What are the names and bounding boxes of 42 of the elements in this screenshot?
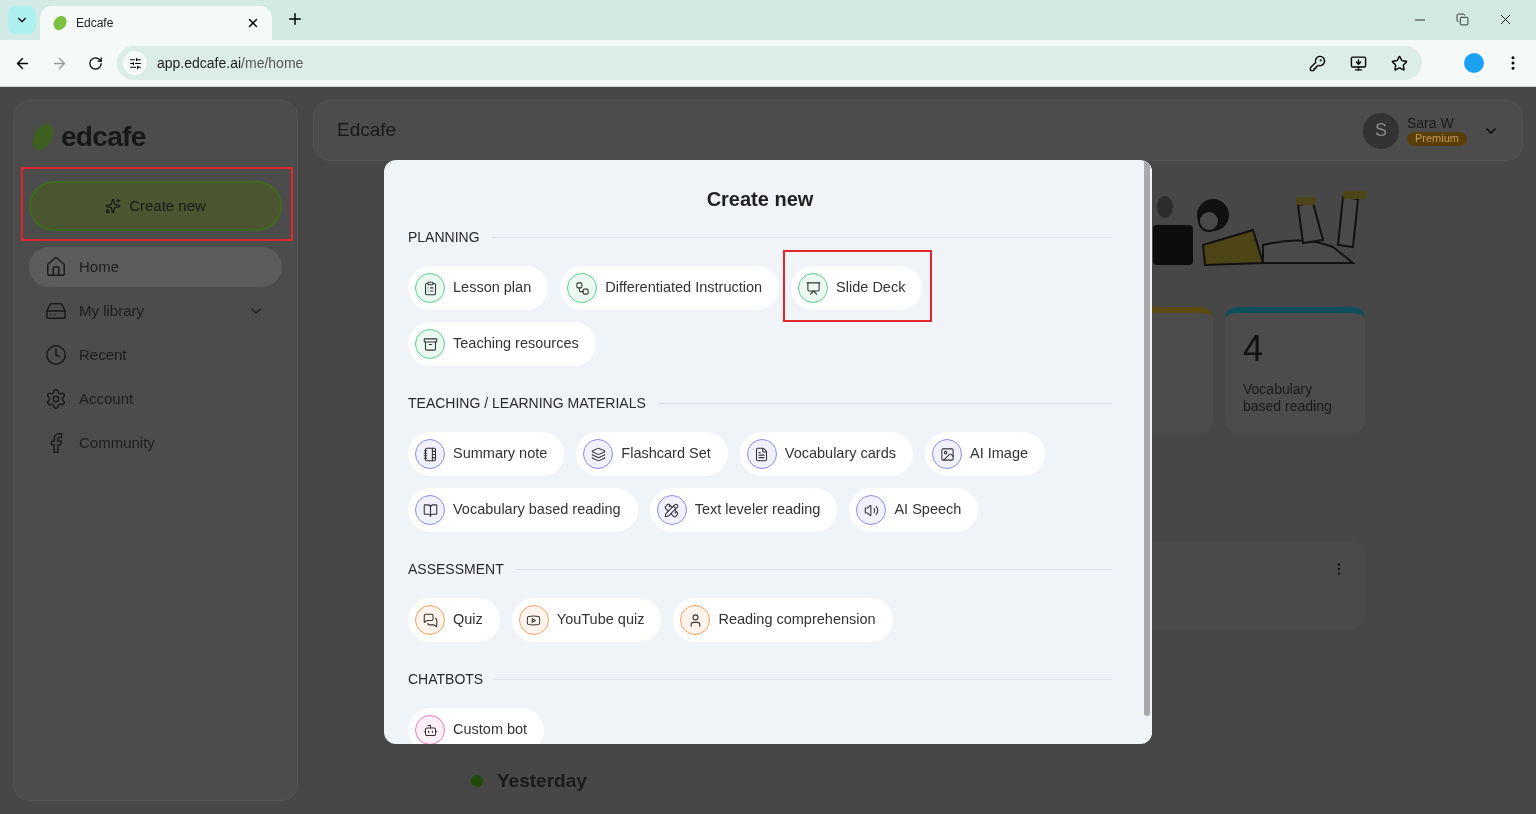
option-chip[interactable]: Slide Deck <box>791 266 923 310</box>
section-title: CHATBOTS <box>408 670 484 689</box>
option-chip[interactable]: Vocabulary cards <box>739 432 913 476</box>
home-icon <box>45 256 67 278</box>
sparkles-icon <box>105 198 122 214</box>
section-title: PLANNING <box>408 228 480 247</box>
stat-value: 4 <box>1243 331 1265 367</box>
option-chip[interactable]: Vocabulary based reading <box>408 488 638 532</box>
settings-icon <box>45 388 67 410</box>
install-icon[interactable] <box>1350 54 1367 72</box>
url-text: app.edcafe.ai/me/home <box>157 53 305 73</box>
option-chip[interactable]: Differentiated Instruction <box>560 266 780 310</box>
leaf-icon <box>52 15 68 31</box>
restore-icon[interactable] <box>1456 13 1469 26</box>
tab-title: Edcafe <box>76 15 115 32</box>
option-chip[interactable]: Quiz <box>408 598 500 642</box>
option-chip[interactable]: Text leveler reading <box>649 488 838 532</box>
key-icon[interactable] <box>1309 54 1326 72</box>
section-title: ASSESSMENT <box>408 560 504 579</box>
bookmark-icon[interactable] <box>1391 54 1408 72</box>
new-tab-icon[interactable] <box>286 10 304 28</box>
profile-icon[interactable] <box>1464 53 1484 73</box>
option-chip[interactable]: Flashcard Set <box>576 432 728 476</box>
option-chip[interactable]: Reading comprehension <box>673 598 893 642</box>
premium-badge: Premium <box>1407 132 1467 147</box>
option-chip[interactable]: YouTube quiz <box>511 598 662 642</box>
option-chip[interactable]: Teaching resources <box>408 322 596 366</box>
browser-tab[interactable]: Edcafe <box>40 6 272 40</box>
option-chip[interactable]: Custom bot <box>408 708 545 744</box>
reload-icon[interactable] <box>88 55 103 71</box>
dialog-title: Create new <box>705 187 815 212</box>
avatar[interactable]: S <box>1363 112 1399 149</box>
address-field[interactable]: app.edcafe.ai/me/home <box>117 46 1422 80</box>
section-title: TEACHING / LEARNING MATERIALS <box>408 394 646 413</box>
drive-icon <box>45 300 67 322</box>
close-icon[interactable] <box>246 16 260 30</box>
option-chip[interactable]: Lesson plan <box>408 266 549 310</box>
clock-icon <box>45 344 67 366</box>
option-chip[interactable]: Summary note <box>408 432 565 476</box>
site-info-icon[interactable] <box>123 51 147 75</box>
option-chip[interactable]: AI Speech <box>849 488 979 532</box>
option-chip[interactable]: AI Image <box>925 432 1046 476</box>
